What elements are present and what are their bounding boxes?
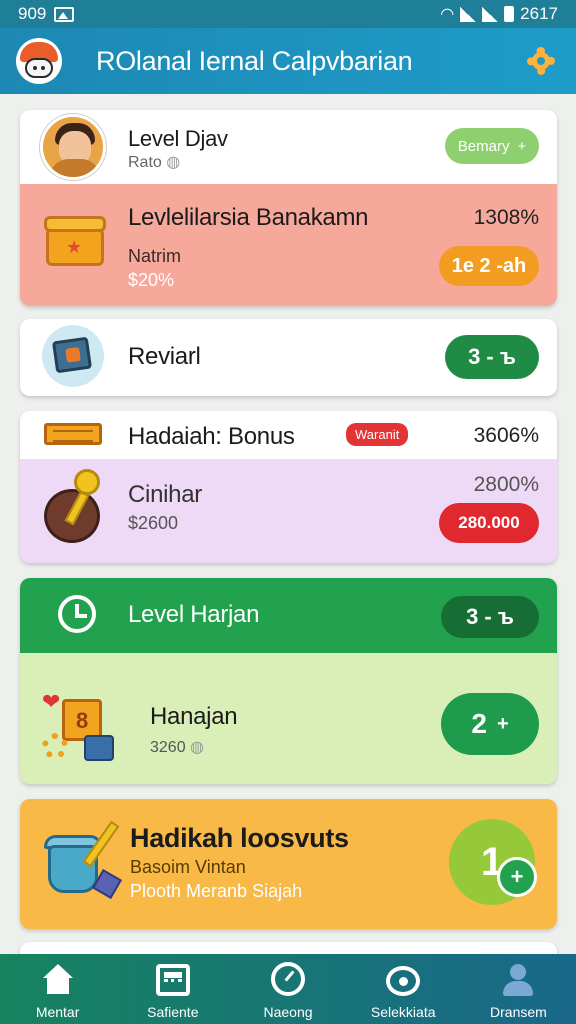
treasure-chest-icon: ★ <box>44 214 106 266</box>
review-button[interactable]: 3 - ъ <box>445 335 539 379</box>
hadikah-line1: Basoim Vintan <box>130 857 246 877</box>
avatar[interactable] <box>40 114 106 180</box>
money-bag-icon <box>40 469 110 543</box>
plus-icon: + <box>496 712 509 735</box>
nav-item-chat[interactable]: Selekkiata <box>346 954 461 1024</box>
level-harjan-item-subtitle: 3260 ◍ <box>150 739 205 756</box>
level-title: Level Djav <box>128 126 228 151</box>
clock-icon <box>58 595 96 633</box>
reward-title: Levlelilarsia Banakamn <box>128 204 369 231</box>
review-title: Reviarl <box>128 343 201 370</box>
bonus-item-value: 2800% <box>473 473 539 496</box>
nav-label: Naeong <box>263 1004 313 1020</box>
status-bar: 909 ◠ 2617 <box>0 0 576 28</box>
gift-box-icon: ❤ <box>42 689 138 765</box>
calculator-icon <box>155 964 190 996</box>
level-harjan-card[interactable]: Level Harjan 3 - ъ ❤ Hanajan 3260 ◍ 2+ <box>20 578 557 784</box>
gift-pot-icon <box>40 819 140 911</box>
hadikah-card[interactable]: Hadikah loosvuts Basoim Vintan Plooth Me… <box>20 799 557 929</box>
nav-item-calculator[interactable]: Safiente <box>115 954 230 1024</box>
plus-icon[interactable]: + <box>497 857 537 897</box>
level-harjan-item-title: Hanajan <box>150 703 238 730</box>
reward-amount: $20% <box>128 270 175 290</box>
level-card[interactable]: Level Djav Rato ◍ Bemary + ★ Levlelilarsi… <box>20 110 557 306</box>
bonus-item-amount: $2600 <box>128 513 179 533</box>
app-title: ROlanal Iernal Calpvbarian <box>96 45 413 76</box>
level-harjan-body: ❤ Hanajan 3260 ◍ 2+ <box>20 653 557 784</box>
ticket-icon <box>44 423 102 445</box>
nav-item-profile[interactable]: Dransem <box>461 954 576 1024</box>
warning-badge: Waranit <box>346 423 409 446</box>
bottom-navigation: Mentar Safiente Naeong Selekkiata Dranse… <box>0 954 576 1024</box>
nav-label: Mentar <box>35 1004 80 1020</box>
level-harjan-title: Level Harjan <box>128 601 260 628</box>
bonus-card[interactable]: Hadaiah: Bonus Waranit 3606% Cinihar $26… <box>20 411 557 563</box>
image-notification-icon <box>54 6 75 22</box>
pin-icon: ◍ <box>190 739 205 756</box>
reward-button[interactable]: 1e 2 -ah <box>439 246 539 286</box>
pin-icon: ◍ <box>166 154 181 171</box>
bonus-card-header: Hadaiah: Bonus Waranit 3606% <box>20 411 557 459</box>
tablet-icon <box>42 325 104 387</box>
level-harjan-header: Level Harjan 3 - ъ <box>20 578 557 653</box>
gear-icon[interactable] <box>522 42 560 80</box>
nav-label: Safiente <box>147 1004 199 1020</box>
bonus-item-title: Cinihar <box>128 481 202 508</box>
level-harjan-header-button[interactable]: 3 - ъ <box>441 596 539 638</box>
bemary-button[interactable]: Bemary + <box>445 128 539 164</box>
bonus-button[interactable]: 280.000 <box>439 503 539 543</box>
bonus-title: Hadaiah: Bonus <box>128 423 295 450</box>
bonus-card-body: Cinihar $2600 2800% 280.000 <box>20 459 557 563</box>
bonus-value: 3606% <box>473 424 539 447</box>
signal-icon <box>482 6 499 22</box>
nav-item-home[interactable]: Mentar <box>0 954 115 1024</box>
level-card-body: ★ Levlelilarsia Banakamn Natrim $20% 130… <box>20 184 557 306</box>
person-icon <box>501 964 535 996</box>
plus-icon: + <box>517 137 527 155</box>
wifi-icon: ◠ <box>440 6 455 23</box>
reward-label: Natrim <box>128 246 181 266</box>
nav-item-gauge[interactable]: Naeong <box>230 954 345 1024</box>
level-card-header: Level Djav Rato ◍ Bemary + <box>20 110 557 184</box>
hadikah-title: Hadikah loosvuts <box>130 823 349 853</box>
status-time: 909 <box>18 4 47 23</box>
review-card[interactable]: Reviarl 3 - ъ <box>20 319 557 396</box>
home-icon <box>41 964 75 996</box>
chat-icon <box>386 966 421 996</box>
battery-icon <box>504 6 515 22</box>
signal-icon <box>460 6 477 22</box>
status-clock: 2617 <box>520 4 558 23</box>
app-logo-icon[interactable] <box>16 38 62 84</box>
reward-value: 1308% <box>473 206 539 229</box>
level-harjan-button[interactable]: 2 + <box>441 693 539 755</box>
level-subtitle: Rato ◍ <box>128 154 181 171</box>
app-bar: ROlanal Iernal Calpvbarian <box>0 28 576 94</box>
nav-label: Selekkiata <box>370 1004 436 1020</box>
nav-label: Dransem <box>490 1004 547 1020</box>
hadikah-line2: Plooth Meranb Siajah <box>130 881 303 901</box>
gauge-icon <box>271 962 305 996</box>
